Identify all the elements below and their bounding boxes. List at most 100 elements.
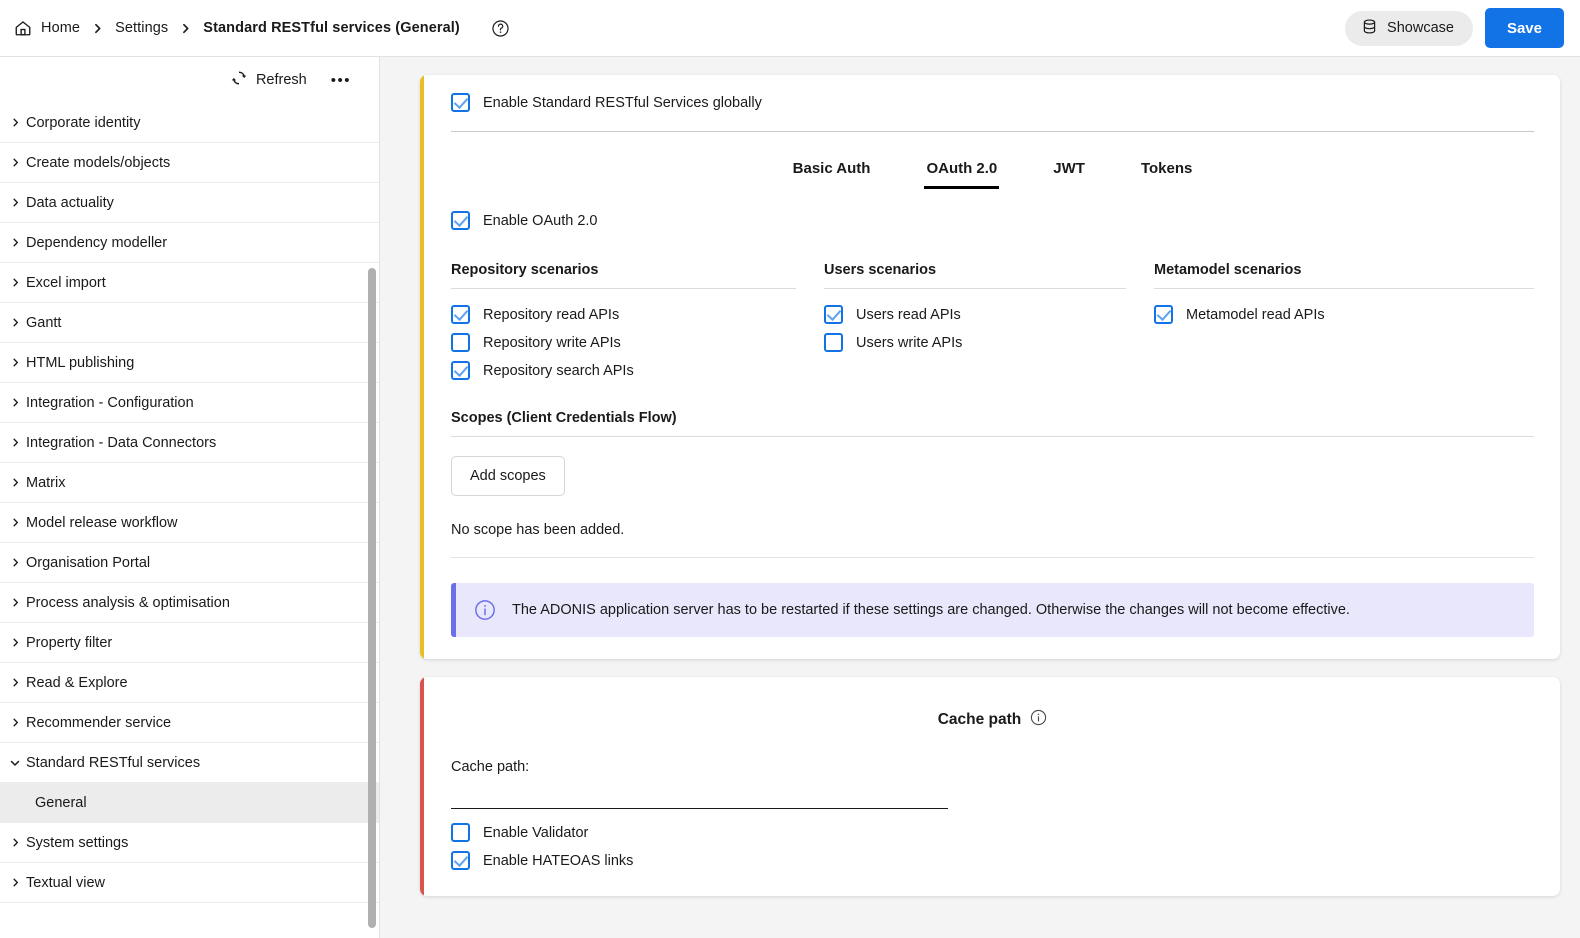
breadcrumb-settings[interactable]: Settings — [115, 18, 168, 38]
sidebar-item-data-actuality[interactable]: Data actuality — [0, 183, 379, 223]
chevron-right-icon — [91, 22, 104, 35]
chevron-right-icon — [4, 877, 26, 888]
repository-read-apis-label: Repository read APIs — [483, 306, 620, 323]
chevron-right-icon — [4, 597, 26, 608]
refresh-button[interactable]: Refresh — [225, 66, 313, 94]
sidebar-item-read-explore[interactable]: Read & Explore — [0, 663, 379, 703]
sidebar-item-label: Dependency modeller — [26, 234, 168, 251]
sidebar-item-model-release-workflow[interactable]: Model release workflow — [0, 503, 379, 543]
settings-sidebar: Refresh ••• Corporate identity Create mo… — [0, 57, 380, 938]
users-write-apis-label: Users write APIs — [856, 334, 963, 351]
sidebar-item-excel-import[interactable]: Excel import — [0, 263, 379, 303]
sidebar-item-corporate-identity[interactable]: Corporate identity — [0, 103, 379, 143]
breadcrumb-home[interactable]: Home — [41, 18, 80, 38]
chevron-right-icon — [4, 477, 26, 488]
sidebar-item-integration-data-connectors[interactable]: Integration - Data Connectors — [0, 423, 379, 463]
metamodel-scenarios-title: Metamodel scenarios — [1154, 262, 1534, 289]
enable-globally-checkbox-row[interactable]: Enable Standard RESTful Services globall… — [451, 93, 1534, 112]
enable-oauth-checkbox-row[interactable]: Enable OAuth 2.0 — [451, 211, 1534, 230]
repository-search-apis-checkbox[interactable] — [451, 361, 470, 380]
enable-hateoas-links-checkbox[interactable] — [451, 851, 470, 870]
sidebar-item-label: Organisation Portal — [26, 554, 151, 571]
sidebar-toolbar: Refresh ••• — [0, 57, 379, 103]
sidebar-item-label: Standard RESTful services — [26, 754, 201, 771]
users-scenarios-title: Users scenarios — [824, 262, 1126, 289]
sidebar-subitem-label: General — [35, 794, 87, 811]
tab-tokens[interactable]: Tokens — [1139, 156, 1194, 189]
chevron-right-icon — [4, 557, 26, 568]
repository-write-apis-checkbox[interactable] — [451, 333, 470, 352]
tab-basic-auth[interactable]: Basic Auth — [791, 156, 873, 189]
add-scopes-button[interactable]: Add scopes — [451, 456, 565, 496]
chevron-right-icon — [4, 637, 26, 648]
sidebar-item-organisation-portal[interactable]: Organisation Portal — [0, 543, 379, 583]
sidebar-item-general[interactable]: General — [0, 783, 379, 823]
cache-path-input[interactable] — [451, 781, 948, 809]
repository-read-apis-row[interactable]: Repository read APIs — [451, 305, 824, 324]
sidebar-item-standard-restful-services[interactable]: Standard RESTful services — [0, 743, 379, 783]
users-write-apis-row[interactable]: Users write APIs — [824, 333, 1154, 352]
users-read-apis-checkbox[interactable] — [824, 305, 843, 324]
more-options-button[interactable]: ••• — [321, 69, 361, 92]
users-read-apis-row[interactable]: Users read APIs — [824, 305, 1154, 324]
sidebar-item-process-analysis-optimisation[interactable]: Process analysis & optimisation — [0, 583, 379, 623]
enable-oauth-checkbox[interactable] — [451, 211, 470, 230]
topbar-actions: Showcase Save — [1345, 8, 1564, 48]
sidebar-item-label: Create models/objects — [26, 154, 171, 171]
sidebar-item-system-settings[interactable]: System settings — [0, 823, 379, 863]
chevron-right-icon — [4, 677, 26, 688]
chevron-down-icon — [4, 757, 26, 769]
home-icon[interactable] — [14, 19, 32, 37]
repository-search-apis-row[interactable]: Repository search APIs — [451, 361, 824, 380]
help-circle-icon[interactable] — [491, 19, 510, 38]
sidebar-item-gantt[interactable]: Gantt — [0, 303, 379, 343]
page-title: Standard RESTful services (General) — [203, 20, 460, 36]
repository-scenarios-column: Repository scenarios Repository read API… — [451, 262, 824, 380]
metamodel-scenarios-list: Metamodel read APIs — [1154, 305, 1534, 324]
users-write-apis-checkbox[interactable] — [824, 333, 843, 352]
sidebar-item-textual-view[interactable]: Textual view — [0, 863, 379, 903]
tab-jwt[interactable]: JWT — [1051, 156, 1087, 189]
sidebar-item-extra[interactable] — [0, 903, 379, 938]
info-circle-icon[interactable] — [1030, 709, 1047, 731]
restart-info-text: The ADONIS application server has to be … — [512, 602, 1350, 618]
metamodel-read-apis-row[interactable]: Metamodel read APIs — [1154, 305, 1534, 324]
repository-write-apis-row[interactable]: Repository write APIs — [451, 333, 824, 352]
sidebar-item-recommender-service[interactable]: Recommender service — [0, 703, 379, 743]
sidebar-item-matrix[interactable]: Matrix — [0, 463, 379, 503]
settings-nav-list: Corporate identity Create models/objects… — [0, 103, 379, 938]
enable-validator-label: Enable Validator — [483, 824, 589, 841]
chevron-right-icon — [4, 437, 26, 448]
sidebar-item-property-filter[interactable]: Property filter — [0, 623, 379, 663]
sidebar-item-label: Read & Explore — [26, 674, 128, 691]
sidebar-item-dependency-modeller[interactable]: Dependency modeller — [0, 223, 379, 263]
enable-hateoas-links-row[interactable]: Enable HATEOAS links — [451, 851, 1534, 870]
database-icon — [1361, 18, 1378, 39]
metamodel-read-apis-checkbox[interactable] — [1154, 305, 1173, 324]
users-scenarios-column: Users scenarios Users read APIs Users wr… — [824, 262, 1154, 380]
chevron-right-icon — [4, 157, 26, 168]
enable-globally-label: Enable Standard RESTful Services globall… — [483, 94, 762, 111]
enable-validator-checkbox[interactable] — [451, 823, 470, 842]
enable-validator-row[interactable]: Enable Validator — [451, 823, 1534, 842]
refresh-label: Refresh — [255, 72, 307, 88]
showcase-button[interactable]: Showcase — [1345, 10, 1473, 46]
save-button[interactable]: Save — [1484, 8, 1564, 48]
tab-oauth-2[interactable]: OAuth 2.0 — [924, 156, 1000, 189]
sidebar-item-label: Recommender service — [26, 714, 172, 731]
sidebar-item-label: HTML publishing — [26, 354, 135, 371]
sidebar-item-create-models-objects[interactable]: Create models/objects — [0, 143, 379, 183]
top-bar: Home Settings Standard RESTful services … — [0, 0, 1580, 57]
repository-read-apis-checkbox[interactable] — [451, 305, 470, 324]
sidebar-scrollbar-thumb[interactable] — [368, 268, 376, 928]
scopes-section-title: Scopes (Client Credentials Flow) — [451, 410, 1534, 437]
sidebar-item-label: Gantt — [26, 314, 62, 331]
sidebar-item-label: Corporate identity — [26, 114, 141, 131]
body-wrapper: Refresh ••• Corporate identity Create mo… — [0, 57, 1580, 938]
enable-globally-checkbox[interactable] — [451, 93, 470, 112]
sidebar-item-html-publishing[interactable]: HTML publishing — [0, 343, 379, 383]
chevron-right-icon — [4, 397, 26, 408]
sidebar-scrollbar[interactable] — [368, 268, 376, 928]
cache-path-card: Cache path Cache path: Enable Validator … — [420, 677, 1560, 896]
sidebar-item-integration-configuration[interactable]: Integration - Configuration — [0, 383, 379, 423]
